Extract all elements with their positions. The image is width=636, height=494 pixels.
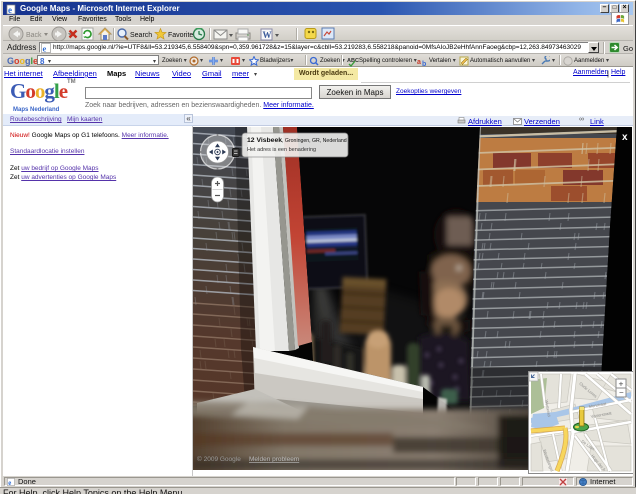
svg-text:x: x — [622, 132, 628, 143]
svg-text:−: − — [619, 388, 624, 397]
svg-text:e: e — [8, 480, 11, 486]
svg-text:W: W — [263, 30, 272, 40]
svg-text:Het adres is een benadering: Het adres is een benadering — [247, 147, 316, 153]
svg-text:© 2009 Google: © 2009 Google — [197, 455, 241, 463]
svg-text:Melden probleem: Melden probleem — [249, 456, 299, 463]
svg-text:a: a — [417, 59, 421, 66]
svg-text:b: b — [422, 61, 426, 67]
svg-text:Search: Search — [130, 32, 152, 39]
svg-text:e: e — [43, 43, 47, 53]
svg-text:+: + — [619, 379, 624, 389]
svg-text:e: e — [8, 5, 12, 15]
svg-text:12 Visbeek, Groningen, GR, Ned: 12 Visbeek, Groningen, GR, Nederland — [247, 137, 347, 144]
svg-text:Back: Back — [26, 32, 42, 39]
